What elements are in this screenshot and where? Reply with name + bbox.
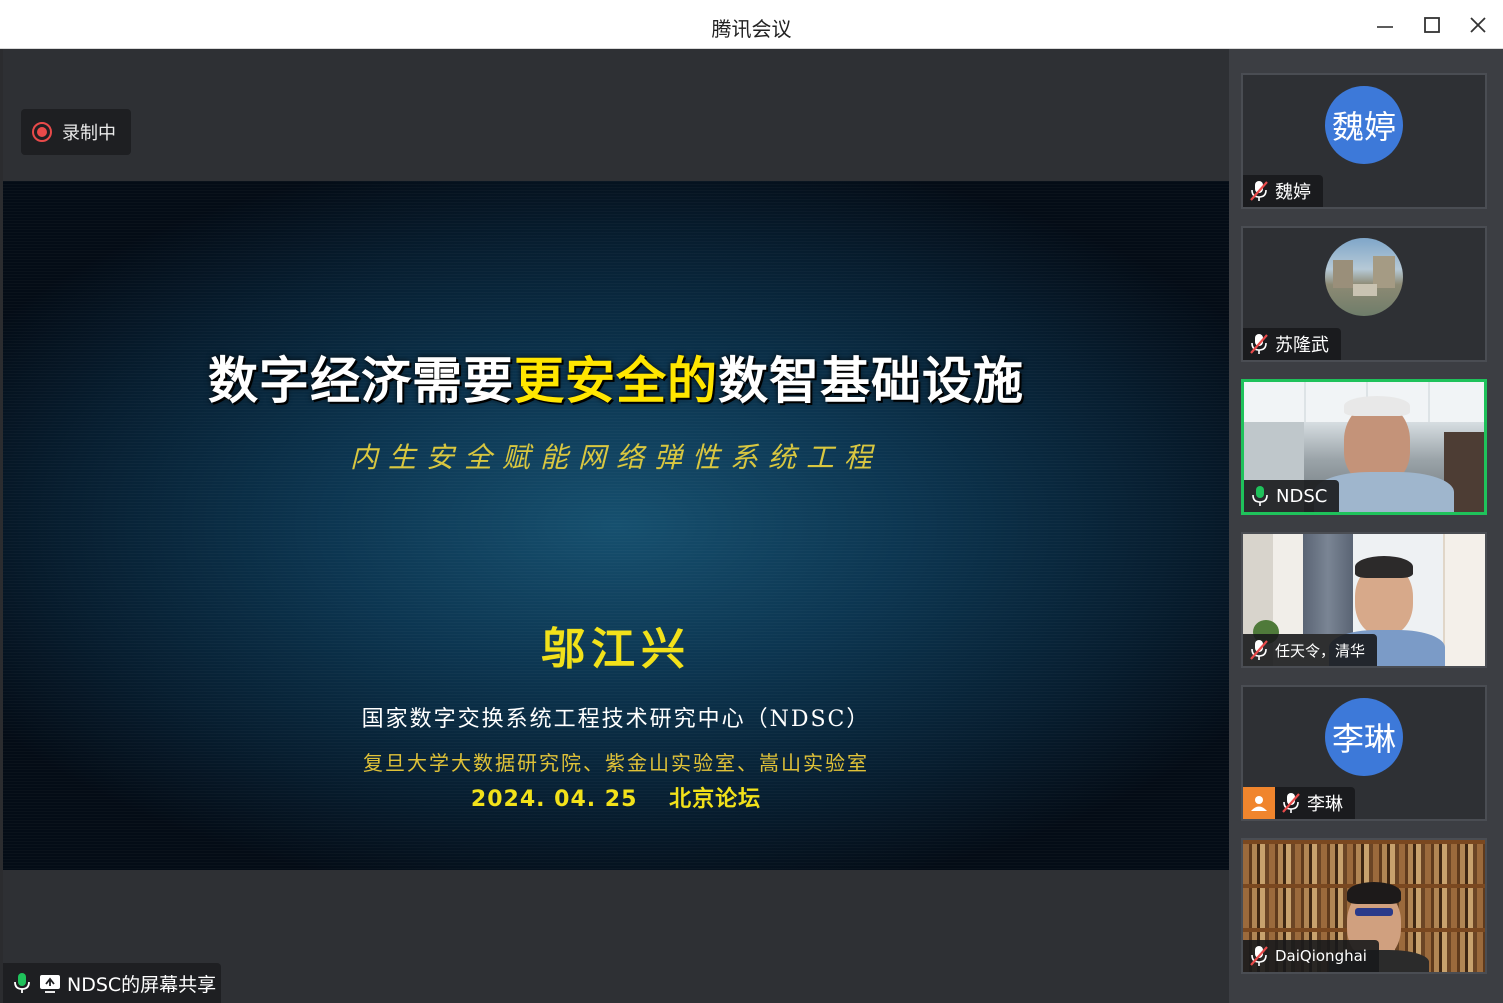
participant-tile[interactable]: 李琳 李琳 [1241,685,1487,821]
participant-name-tag: 李琳 [1243,787,1355,819]
participant-name: NDSC [1276,485,1328,507]
recording-label: 录制中 [62,123,116,144]
avatar: 李琳 [1325,698,1403,776]
slide-institutions: 复旦大学大数据研究院、紫金山实验室、嵩山实验室 [363,751,869,775]
participant-tile[interactable]: DaiQionghai [1241,838,1487,974]
window-titlebar: 腾讯会议 [0,0,1503,49]
maximize-button[interactable] [1417,10,1447,40]
participant-sidebar: 魏婷 魏婷 苏隆武 NDSC 任天令，清华 李琳 李琳 DaiQionghai [1229,49,1503,1003]
mic-muted-icon [1250,946,1268,966]
participant-tile[interactable]: 苏隆武 [1241,226,1487,362]
participant-name-tag: DaiQionghai [1243,940,1379,972]
mic-muted-icon [1250,334,1268,354]
screen-share-tag[interactable]: NDSC的屏幕共享 [3,963,221,1003]
slide-title: 数字经济需要更安全的数智基础设施 [3,341,1229,413]
participant-name: 苏隆武 [1275,335,1329,356]
slide-author: 邬江兴 [541,624,691,675]
participant-name: DaiQionghai [1275,947,1367,965]
mic-muted-icon [1250,640,1268,660]
minimize-icon [1377,26,1393,28]
close-icon [1470,17,1486,33]
slide-title-highlight: 更安全的 [514,352,718,410]
shared-slide: 数字经济需要更安全的数智基础设施 内生安全赋能网络弹性系统工程 邬江兴 国家数字… [3,181,1229,870]
participant-name-tag: 苏隆武 [1243,328,1341,360]
avatar: 魏婷 [1325,86,1403,164]
participant-tile-active-speaker[interactable]: NDSC [1241,379,1487,515]
participant-tile[interactable]: 魏婷 魏婷 [1241,73,1487,209]
participant-name-tag: NDSC [1244,480,1340,512]
screen-share-area: 录制中 数字经济需要更安全的数智基础设施 内生安全赋能网络弹性系统工程 邬江兴 … [3,49,1229,1003]
participant-name-tag: 任天令，清华 [1243,634,1378,666]
participant-name: 任天令，清华 [1275,641,1366,660]
screen-share-icon [40,975,60,993]
slide-date-venue: 2024. 04. 25 北京论坛 [470,787,762,812]
participant-name: 魏婷 [1275,182,1311,203]
screen-share-label: NDSC的屏幕共享 [67,973,217,996]
maximize-icon [1424,17,1440,33]
user-icon [1243,787,1275,819]
window-title: 腾讯会议 [711,17,792,41]
participant-name-tag: 魏婷 [1243,175,1323,207]
slide-subtitle: 内生安全赋能网络弹性系统工程 [349,441,882,474]
profile-photo [1325,238,1403,316]
mic-muted-icon [1250,181,1268,201]
microphone-icon [14,973,30,993]
minimize-button[interactable] [1370,10,1400,40]
slide-title-part1: 数字经济需要 [208,352,514,410]
participant-tile[interactable]: 任天令，清华 [1241,532,1487,668]
participant-name: 李琳 [1307,794,1343,815]
record-icon [32,122,52,142]
slide-organization: 国家数字交换系统工程技术研究中心（NDSC） [361,707,871,732]
close-button[interactable] [1463,10,1493,40]
recording-indicator[interactable]: 录制中 [21,109,131,155]
slide-title-part2: 数智基础设施 [718,352,1024,410]
mic-active-icon [1252,486,1268,506]
mic-muted-icon [1282,793,1300,813]
